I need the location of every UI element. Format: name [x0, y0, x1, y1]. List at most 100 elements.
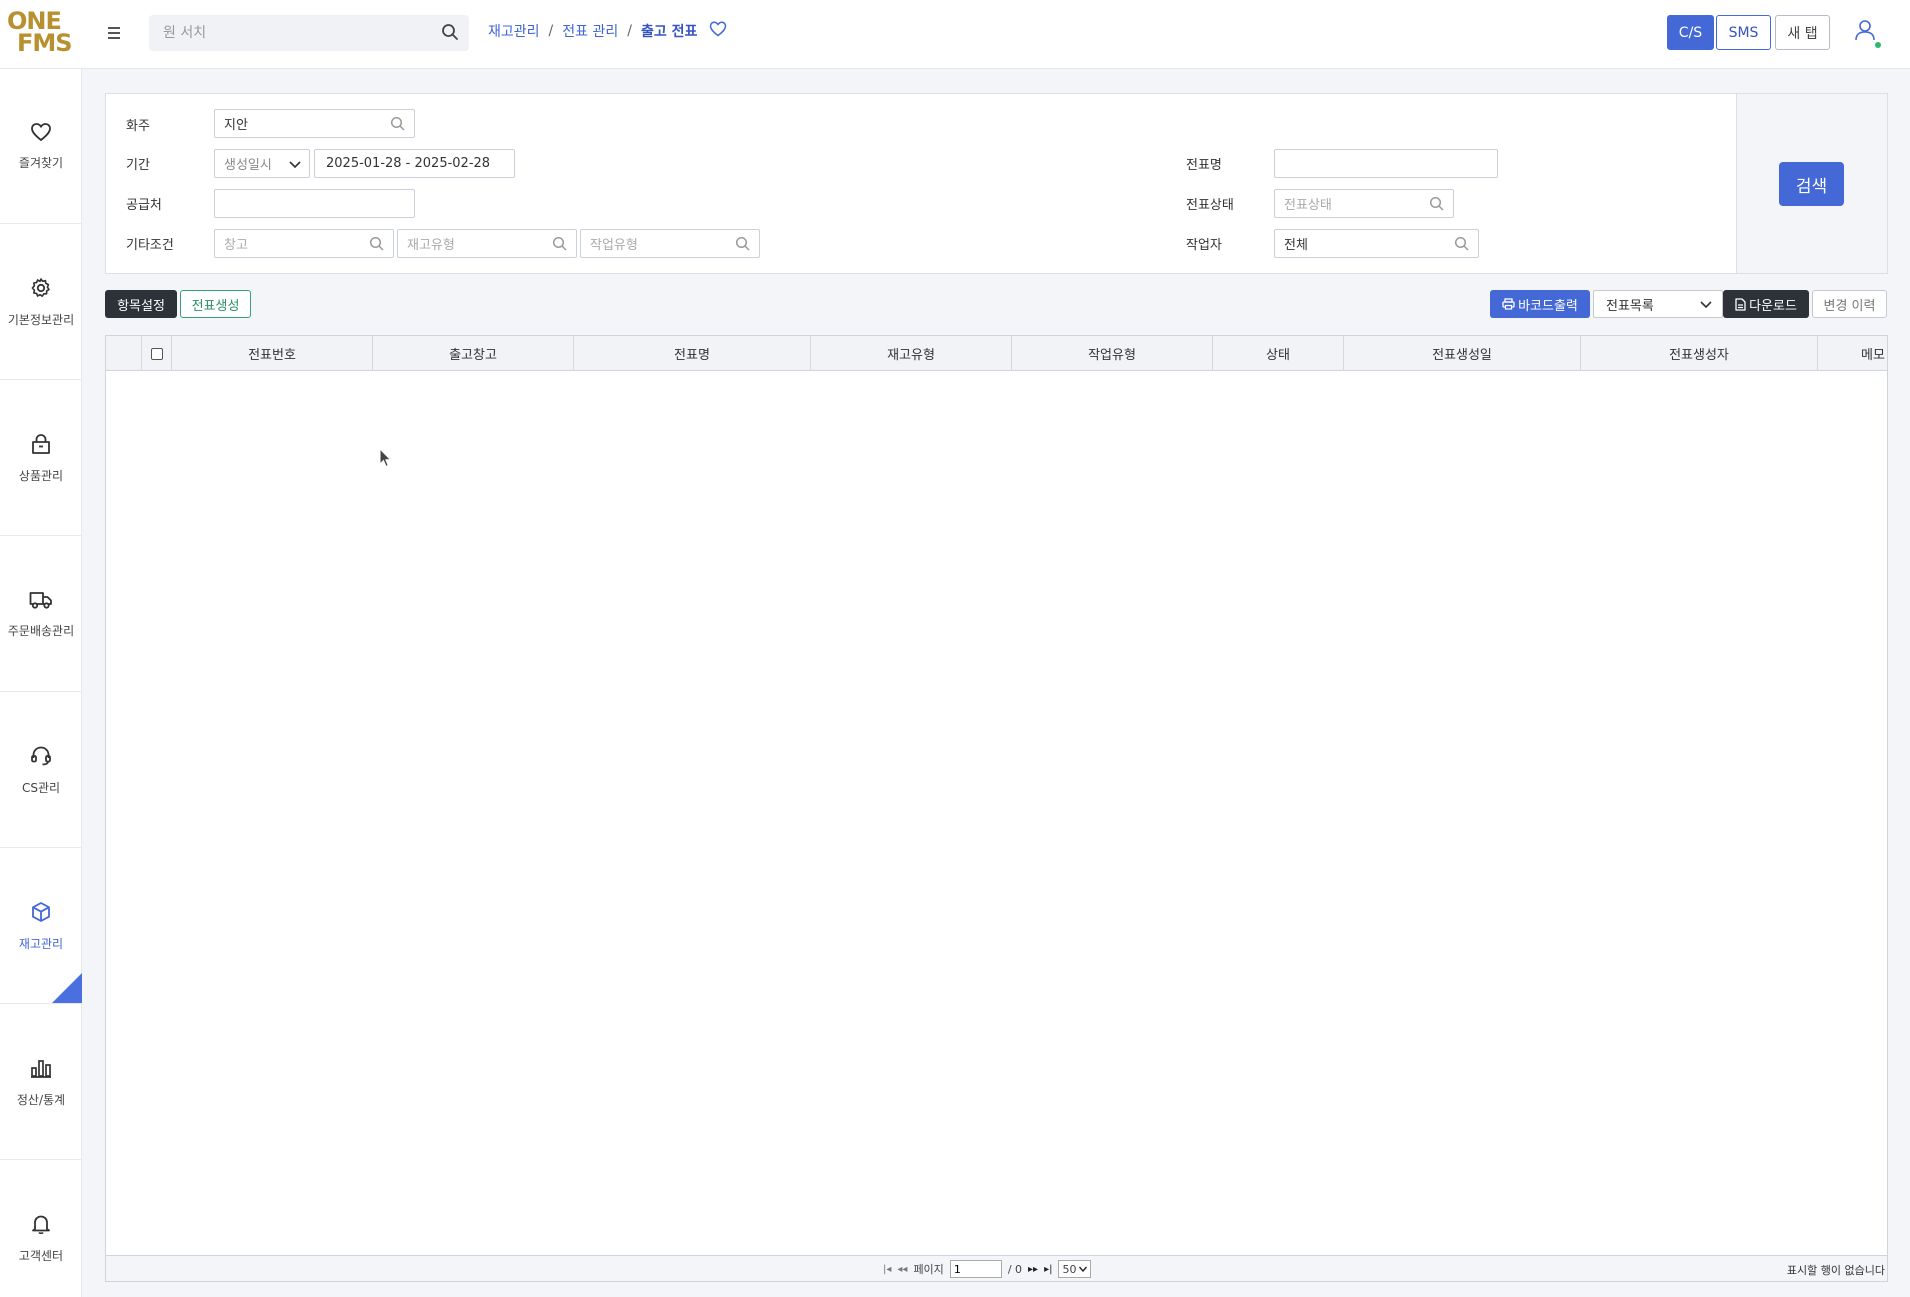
sidebar-item-orders[interactable]: 주문배송관리 — [0, 537, 82, 692]
work-type-field[interactable]: 작업유형 — [580, 229, 760, 258]
search-icon[interactable] — [369, 236, 385, 256]
warehouse-field[interactable]: 창고 — [214, 229, 394, 258]
supplier-label: 공급처 — [126, 198, 162, 213]
create-slip-button[interactable]: 전표생성 — [180, 290, 251, 318]
page-size-select[interactable]: 50 — [1058, 1260, 1092, 1278]
owner-field[interactable]: 지안 — [214, 109, 415, 138]
table-header: 전표번호 출고창고 전표명 재고유형 작업유형 상태 전표생성일 전표생성자 메… — [106, 336, 1887, 371]
cs-button[interactable]: C/S — [1667, 15, 1714, 50]
owner-label: 화주 — [126, 119, 150, 134]
slip-status-field[interactable]: 전표상태 — [1274, 189, 1454, 218]
slip-status-placeholder: 전표상태 — [1284, 198, 1332, 213]
online-status-dot — [1875, 42, 1881, 48]
change-history-button[interactable]: 변경 이력 — [1812, 290, 1887, 318]
stock-type-field[interactable]: 재고유형 — [397, 229, 577, 258]
search-icon[interactable] — [735, 236, 751, 256]
barcode-print-label: 바코드출력 — [1518, 298, 1578, 314]
worker-label: 작업자 — [1186, 238, 1222, 253]
sidebar: 즐겨찾기 기본정보관리 상품관리 주문배송관리 CS관리 재고관리 정산/통계 … — [0, 69, 82, 1297]
gear-icon — [30, 277, 52, 303]
period-range-value: 2025-01-28 - 2025-02-28 — [326, 156, 491, 171]
select-all-checkbox[interactable] — [150, 347, 163, 360]
column-settings-button[interactable]: 항목설정 — [105, 290, 177, 318]
new-tab-button[interactable]: 새 탭 — [1775, 15, 1830, 50]
bar-chart-icon — [30, 1057, 52, 1083]
search-icon[interactable] — [1429, 196, 1445, 216]
list-select[interactable]: 전표목록 — [1593, 290, 1723, 318]
search-icon[interactable] — [441, 23, 459, 45]
period-range-input[interactable]: 2025-01-28 - 2025-02-28 — [314, 149, 515, 178]
breadcrumb-item-current: 출고 전표 — [640, 24, 698, 40]
sidebar-item-label: CS관리 — [21, 780, 61, 795]
column-header-creator[interactable]: 전표생성자 — [1581, 336, 1818, 371]
printer-icon — [1502, 298, 1515, 310]
prev-page-icon[interactable]: ◂◂ — [897, 1264, 907, 1275]
logo-line2: FMS — [17, 29, 73, 57]
column-header-warehouse[interactable]: 출고창고 — [373, 336, 574, 371]
supplier-field[interactable] — [214, 189, 415, 218]
sidebar-item-label: 주문배송관리 — [7, 623, 75, 638]
table-footer: |◂ ◂◂ 페이지 / 0 ▸▸ ▸| 50 표시할 행이 없습니다 — [106, 1255, 1887, 1281]
sidebar-item-label: 고객센터 — [18, 1248, 64, 1263]
sidebar-item-favorites[interactable]: 즐겨찾기 — [0, 69, 82, 224]
chevron-down-icon — [289, 159, 301, 174]
column-header-created-date[interactable]: 전표생성일 — [1344, 336, 1581, 371]
first-page-icon[interactable]: |◂ — [883, 1264, 891, 1275]
sidebar-item-customer-center[interactable]: 고객센터 — [0, 1161, 82, 1297]
barcode-print-button[interactable]: 바코드출력 — [1490, 290, 1590, 318]
worker-value: 전체 — [1284, 238, 1308, 253]
headset-icon — [30, 745, 52, 771]
last-page-icon[interactable]: ▸| — [1044, 1264, 1052, 1275]
slip-name-field[interactable] — [1274, 149, 1498, 178]
stock-type-placeholder: 재고유형 — [407, 238, 455, 253]
download-button[interactable]: 다운로드 — [1723, 290, 1809, 318]
breadcrumb-item-stock[interactable]: 재고관리 — [488, 21, 540, 41]
sidebar-item-basic-info[interactable]: 기본정보관리 — [0, 225, 82, 380]
search-icon[interactable] — [390, 116, 406, 136]
favorite-heart-icon[interactable] — [709, 21, 727, 41]
sidebar-item-settlement[interactable]: 정산/통계 — [0, 1005, 82, 1160]
worker-field[interactable]: 전체 — [1274, 229, 1479, 258]
active-corner-marker — [52, 973, 82, 1003]
sidebar-item-label: 정산/통계 — [16, 1092, 66, 1107]
column-header-slip-name[interactable]: 전표명 — [574, 336, 811, 371]
sidebar-item-label: 기본정보관리 — [7, 312, 75, 327]
download-label: 다운로드 — [1749, 298, 1797, 314]
page-size-value: 50 — [1062, 1262, 1077, 1276]
search-button[interactable]: 검색 — [1779, 162, 1844, 206]
sms-button[interactable]: SMS — [1716, 15, 1771, 50]
column-header-slip-no[interactable]: 전표번호 — [172, 336, 373, 371]
no-rows-message: 표시할 행이 없습니다 — [1786, 1264, 1885, 1277]
column-header-memo[interactable]: 메모 — [1818, 336, 1887, 371]
chevron-down-icon — [1079, 1266, 1088, 1272]
row-number-header — [106, 336, 142, 371]
search-icon[interactable] — [552, 236, 568, 256]
mouse-cursor-icon — [379, 447, 393, 472]
global-search-input[interactable] — [149, 15, 409, 51]
page-input[interactable] — [949, 1260, 1002, 1278]
column-header-status[interactable]: 상태 — [1213, 336, 1344, 371]
breadcrumb: 재고관리 / 전표 관리 / 출고 전표 — [488, 20, 727, 42]
bell-icon — [30, 1213, 52, 1239]
bag-icon — [30, 433, 52, 459]
next-page-icon[interactable]: ▸▸ — [1028, 1264, 1038, 1275]
column-header-work-type[interactable]: 작업유형 — [1012, 336, 1213, 371]
breadcrumb-item-slip-management[interactable]: 전표 관리 — [562, 21, 618, 41]
sidebar-item-cs[interactable]: CS관리 — [0, 693, 82, 848]
box-icon — [30, 901, 52, 927]
column-header-stock-type[interactable]: 재고유형 — [811, 336, 1012, 371]
list-select-value: 전표목록 — [1606, 298, 1654, 314]
period-type-select[interactable]: 생성일시 — [214, 149, 310, 178]
search-icon[interactable] — [1454, 236, 1470, 256]
sidebar-item-products[interactable]: 상품관리 — [0, 381, 82, 536]
sidebar-item-stock[interactable]: 재고관리 — [0, 849, 82, 1004]
app-logo[interactable]: ONE FMS — [7, 9, 73, 58]
heart-icon — [30, 122, 52, 146]
user-avatar-icon[interactable] — [1853, 18, 1881, 48]
file-icon — [1735, 297, 1746, 311]
slip-status-label: 전표상태 — [1186, 198, 1234, 213]
page-label: 페이지 — [913, 1263, 944, 1276]
search-filter-panel: 화주 지안 기간 생성일시 2025-01-28 - 2025-02-28 공급… — [105, 93, 1888, 274]
work-type-placeholder: 작업유형 — [590, 238, 638, 253]
menu-toggle-icon[interactable] — [106, 23, 124, 41]
